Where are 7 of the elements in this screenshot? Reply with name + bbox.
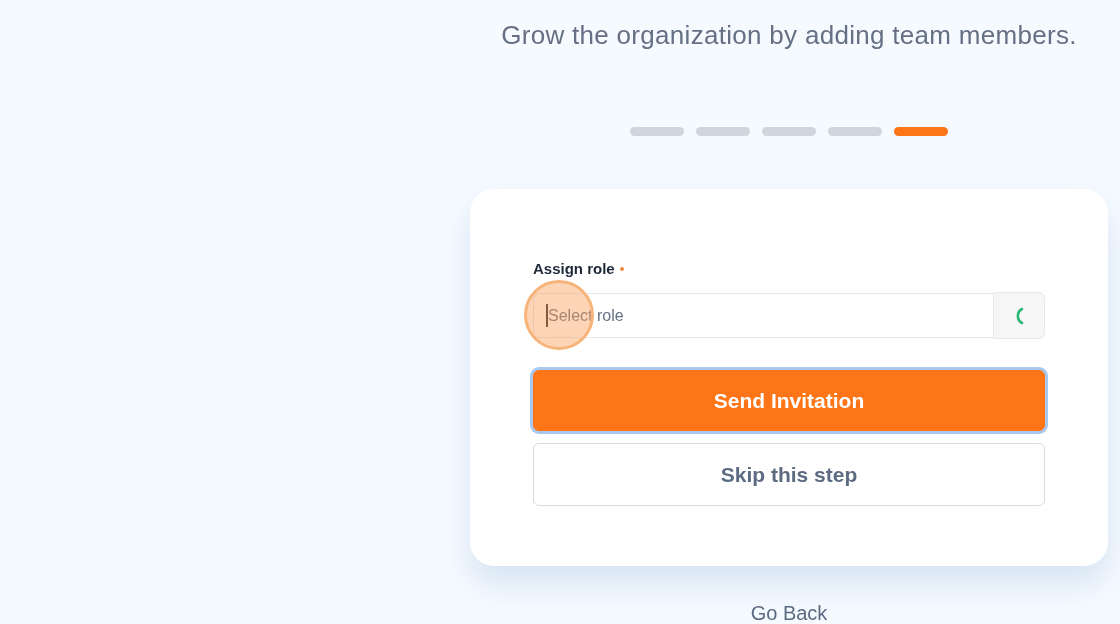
- go-back-link[interactable]: Go Back: [750, 602, 828, 624]
- send-invitation-button[interactable]: Send Invitation: [533, 370, 1045, 431]
- page-heading: Grow the organization by adding team members.: [501, 19, 1077, 52]
- field-label: Assign role: [533, 260, 615, 277]
- skip-button[interactable]: Skip this step: [533, 443, 1045, 506]
- role-select[interactable]: Select role: [533, 293, 1045, 338]
- select-placeholder: Select role: [548, 306, 624, 324]
